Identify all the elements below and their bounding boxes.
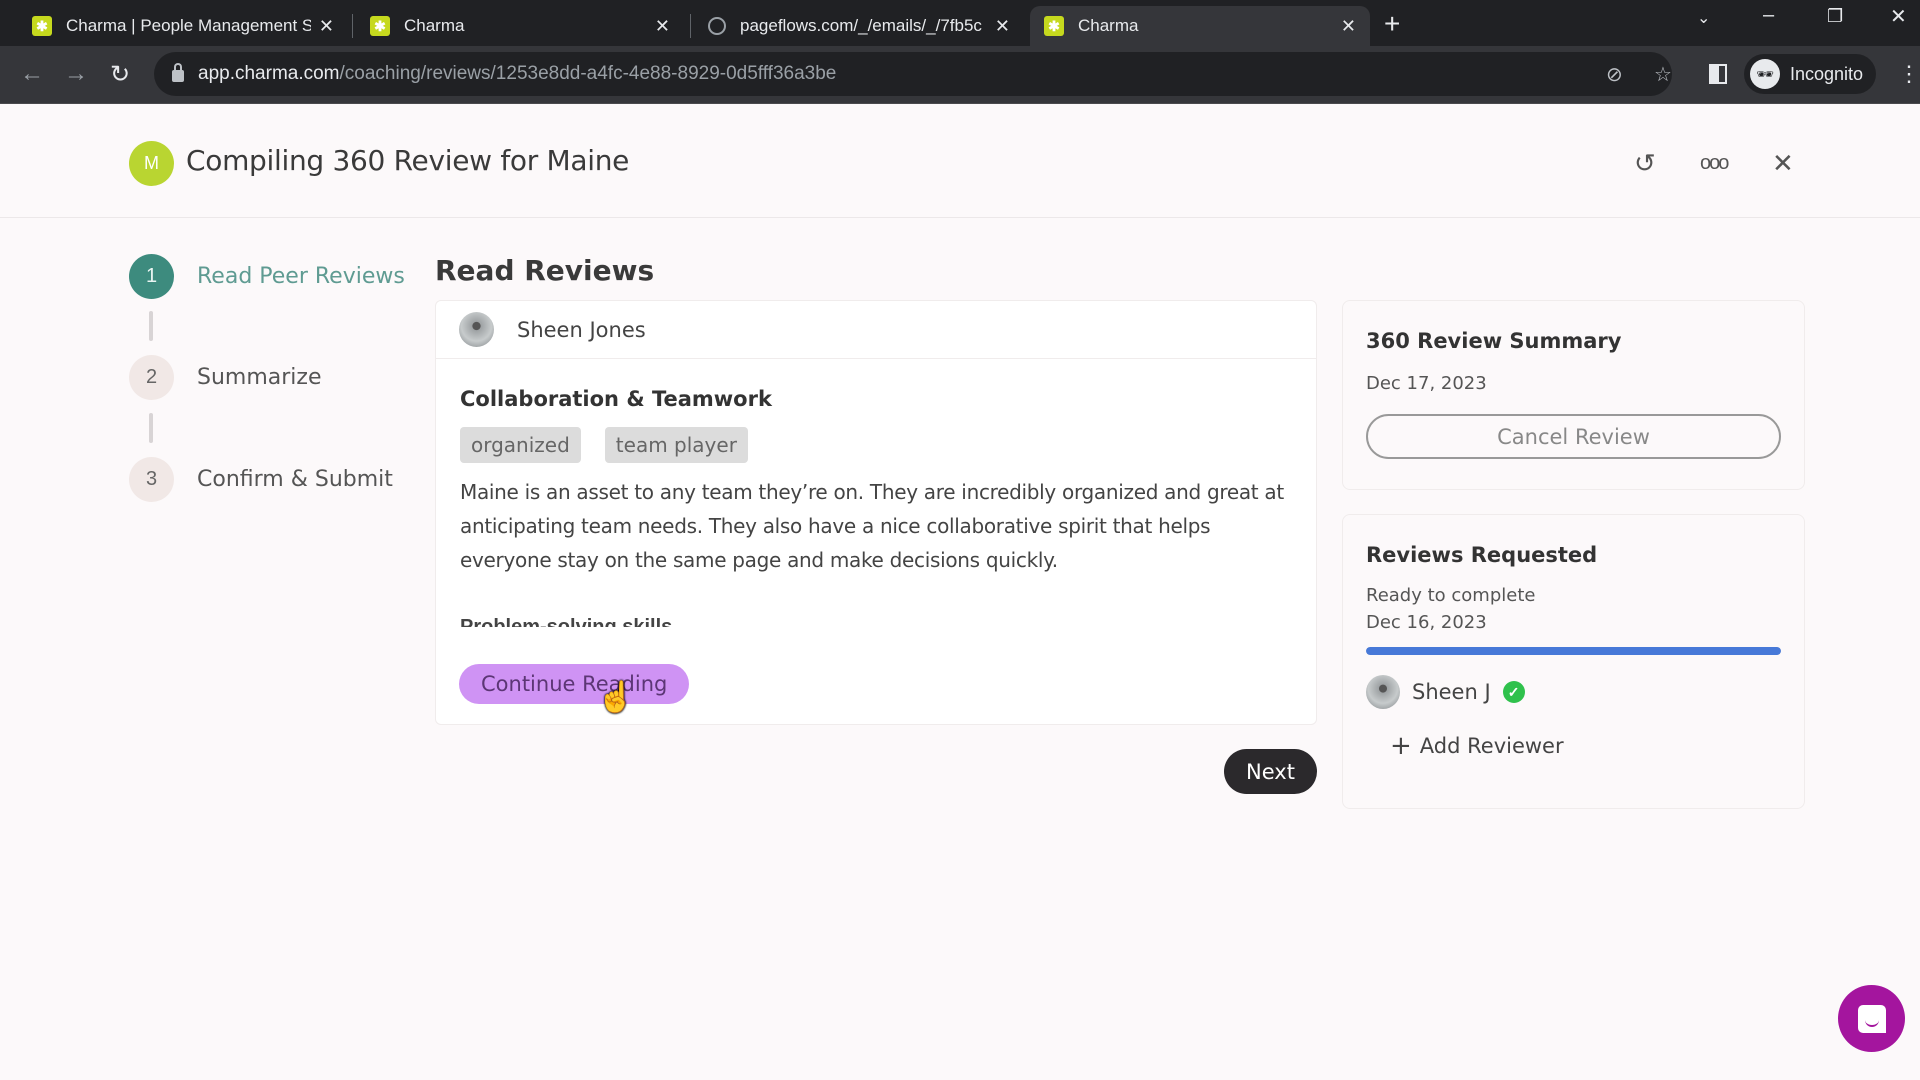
step-connector <box>149 413 153 443</box>
minimize-window-icon[interactable]: – <box>1763 4 1774 27</box>
step-summarize[interactable]: 2 Summarize <box>129 355 322 400</box>
reviewer-avatar <box>1366 675 1400 709</box>
plus-icon: + <box>1390 731 1412 761</box>
browser-tab-3[interactable]: pageflows.com/_/emails/_/7fb5c ✕ <box>694 6 1024 46</box>
profile-label: Incognito <box>1790 63 1864 84</box>
close-tab-icon[interactable]: ✕ <box>655 16 670 37</box>
review-card: Sheen Jones Collaboration & Teamwork org… <box>435 300 1317 725</box>
browser-tab-2[interactable]: ✱ Charma ✕ <box>356 6 684 46</box>
tab-title: pageflows.com/_/emails/_/7fb5c <box>740 16 982 35</box>
close-tab-icon[interactable]: ✕ <box>319 16 334 37</box>
tab-separator <box>352 14 353 38</box>
browser-tab-1[interactable]: ✱ Charma | People Management S ✕ <box>18 6 348 46</box>
tag: organized <box>460 427 581 463</box>
eye-slash-icon[interactable]: ⊘ <box>1606 62 1623 87</box>
section-title: Read Reviews <box>435 254 655 287</box>
add-reviewer-label: Add Reviewer <box>1419 734 1564 758</box>
browser-tab-4-active[interactable]: ✱ Charma ✕ <box>1030 6 1370 46</box>
reviewer-avatar <box>459 312 494 347</box>
step-label: Read Peer Reviews <box>197 264 405 289</box>
tab-separator <box>690 14 691 38</box>
globe-icon <box>708 17 726 35</box>
requested-status: Ready to complete <box>1366 585 1536 606</box>
check-circle-icon: ✓ <box>1502 681 1525 703</box>
step-confirm-submit[interactable]: 3 Confirm & Submit <box>129 457 393 502</box>
incognito-icon: 🕶 <box>1750 59 1780 89</box>
close-icon[interactable]: ✕ <box>1772 148 1794 179</box>
restore-window-icon[interactable]: ❐ <box>1827 6 1843 27</box>
url-host: app.charma.com <box>198 63 340 84</box>
step-number: 1 <box>129 254 174 299</box>
step-label: Summarize <box>197 365 322 390</box>
close-window-icon[interactable]: ✕ <box>1890 4 1907 29</box>
reviewer-row: Sheen J ✓ <box>1366 675 1781 709</box>
step-number: 2 <box>129 355 174 400</box>
requested-title: Reviews Requested <box>1366 543 1598 567</box>
back-arrow-icon[interactable]: ← <box>20 60 44 88</box>
tab-search-chevron-icon[interactable]: ⌄ <box>1697 8 1710 28</box>
reviewer-name: Sheen Jones <box>517 317 646 342</box>
review-category: Collaboration & Teamwork <box>460 387 772 411</box>
chat-launcher-button[interactable] <box>1838 985 1905 1052</box>
close-tab-icon[interactable]: ✕ <box>995 16 1010 37</box>
side-panel-icon[interactable] <box>1709 64 1727 84</box>
summary-title: 360 Review Summary <box>1366 329 1622 353</box>
reviewer-name: Sheen J <box>1412 680 1491 704</box>
review-text: Maine is an asset to any team they’re on… <box>460 480 1284 572</box>
step-label: Confirm & Submit <box>197 467 393 492</box>
progress-fill <box>1366 647 1781 655</box>
charma-logo-icon: ✱ <box>32 16 52 36</box>
address-bar[interactable]: app.charma.com /coaching/reviews/1253e8d… <box>154 52 1672 96</box>
lock-icon <box>172 63 184 82</box>
close-tab-icon[interactable]: ✕ <box>1341 16 1356 37</box>
charma-logo-icon: ✱ <box>1044 16 1064 36</box>
browser-menu-icon[interactable]: ⋮ <box>1898 60 1920 88</box>
step-number: 3 <box>129 457 174 502</box>
url-path: /coaching/reviews/1253e8dd-a4fc-4e88-892… <box>339 63 837 84</box>
hand-cursor-icon: ☝ <box>597 681 635 714</box>
continue-reading-button[interactable]: Continue Reading <box>459 664 690 704</box>
browser-tab-bar: ✱ Charma | People Management S ✕ ✱ Charm… <box>0 0 1920 46</box>
chat-bubble-icon <box>1857 1004 1886 1033</box>
browser-toolbar: ← → ↻ app.charma.com /coaching/reviews/1… <box>0 46 1920 104</box>
reviews-requested-card: Reviews Requested Ready to complete Dec … <box>1342 514 1805 809</box>
next-button[interactable]: Next <box>1224 749 1317 794</box>
tag: team player <box>604 427 748 463</box>
new-tab-button[interactable]: + <box>1384 6 1400 42</box>
step-connector <box>149 311 153 341</box>
bookmark-star-icon[interactable]: ☆ <box>1654 62 1672 87</box>
requested-date: Dec 16, 2023 <box>1366 612 1487 633</box>
tab-title: Charma <box>1078 16 1139 35</box>
review-card-header: Sheen Jones <box>436 301 1316 359</box>
charma-logo-icon: ✱ <box>370 16 390 36</box>
incognito-profile-button[interactable]: 🕶 Incognito <box>1744 54 1876 94</box>
summary-date: Dec 17, 2023 <box>1366 373 1487 394</box>
tab-title: Charma | People Management S <box>66 16 311 35</box>
add-reviewer-button[interactable]: + Add Reviewer <box>1390 731 1564 761</box>
truncated-next-heading: Problem-solving skills <box>460 617 720 627</box>
review-summary-card: 360 Review Summary Dec 17, 2023 Cancel R… <box>1342 300 1805 490</box>
review-card-body: Collaboration & Teamwork organized team … <box>436 359 1316 627</box>
tab-title: Charma <box>404 16 465 35</box>
page-title: Compiling 360 Review for Maine <box>186 144 630 177</box>
history-icon[interactable]: ↺ <box>1634 148 1656 179</box>
app-header: M Compiling 360 Review for Maine ↺ ooo ✕ <box>0 104 1920 218</box>
forward-arrow-icon[interactable]: → <box>64 60 88 88</box>
avatar: M <box>129 141 174 186</box>
step-read-peer-reviews[interactable]: 1 Read Peer Reviews <box>129 254 405 299</box>
cancel-review-button[interactable]: Cancel Review <box>1366 414 1781 459</box>
tag-list: organized team player <box>460 427 1292 463</box>
review-progress-bar <box>1366 647 1781 655</box>
reload-icon[interactable]: ↻ <box>110 60 130 89</box>
more-options-icon[interactable]: ooo <box>1700 152 1729 175</box>
